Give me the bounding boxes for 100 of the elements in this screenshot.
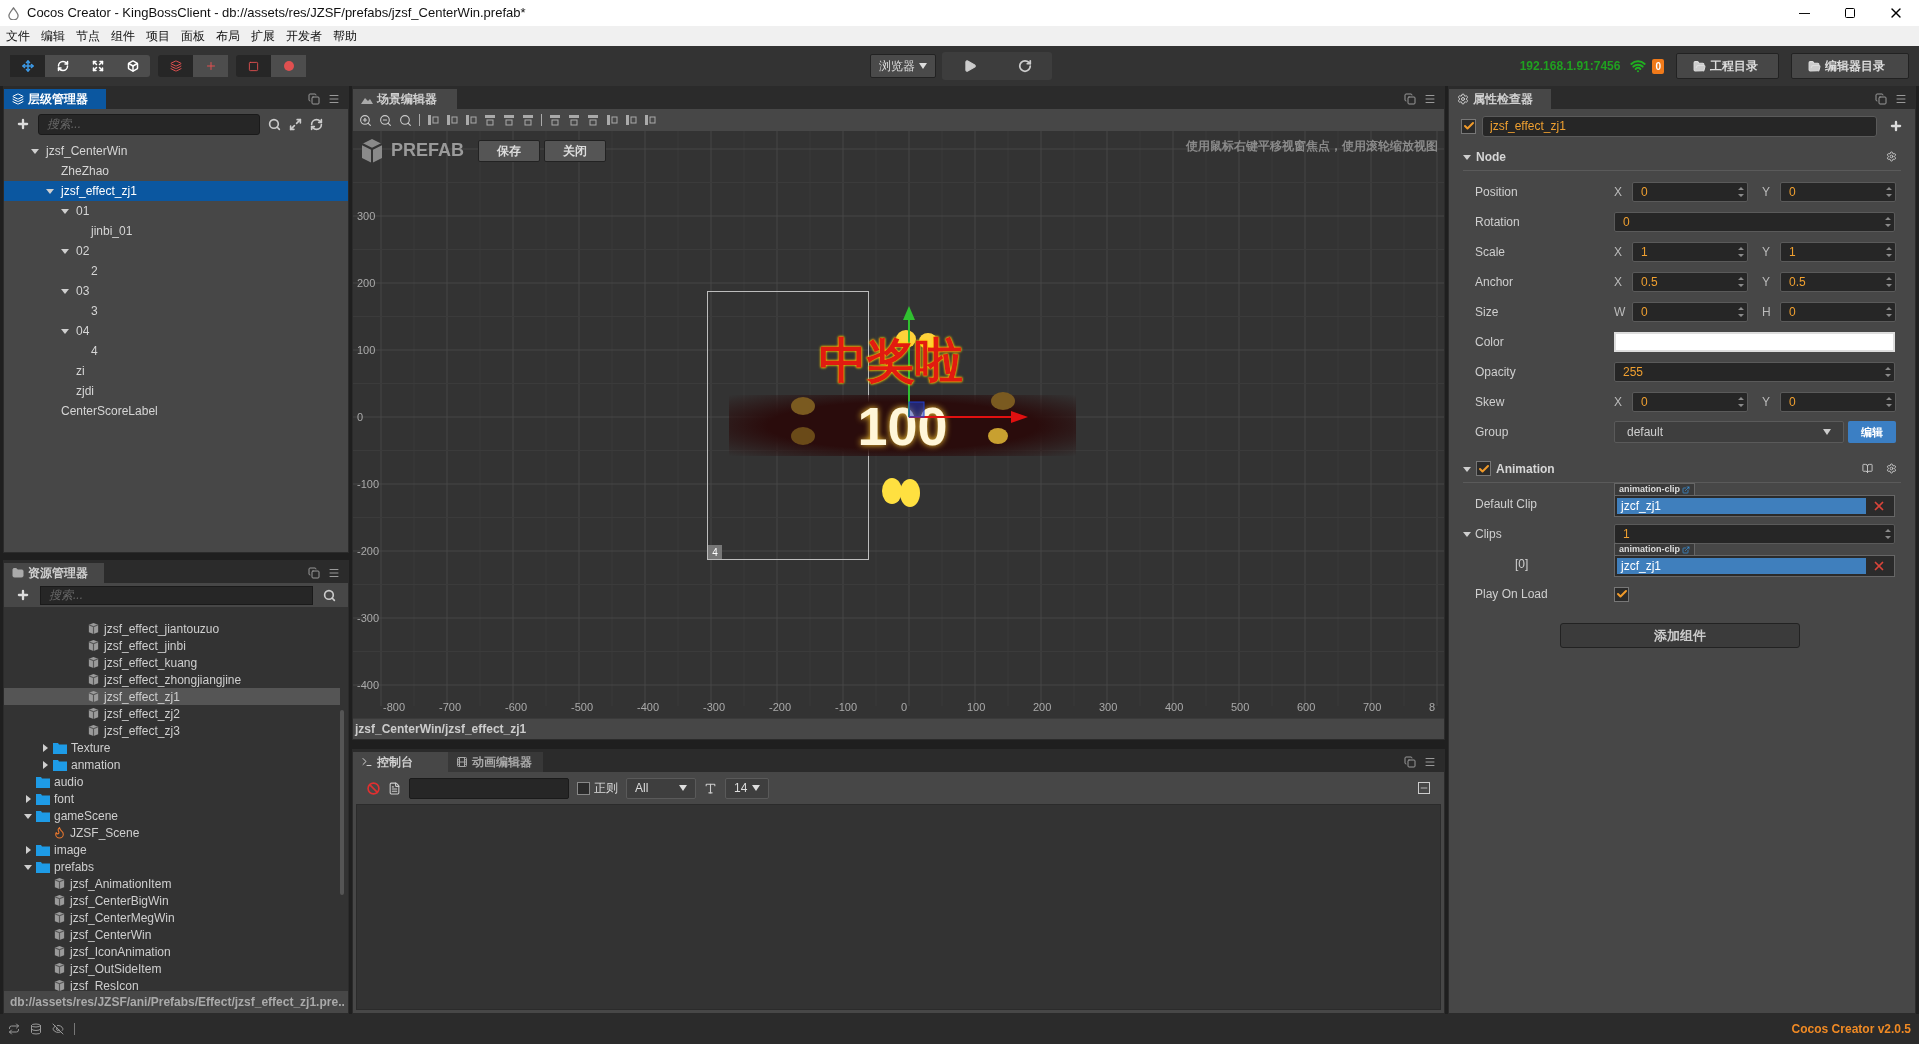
caret-down-icon[interactable] [24,811,32,820]
tree-item[interactable]: 2 [4,261,348,281]
align-icon[interactable] [484,114,496,126]
popout-icon[interactable] [308,93,320,105]
panel-tab[interactable]: 资源管理器 [4,563,104,583]
panel-tab[interactable]: 属性检查器 [1449,89,1551,109]
number-field[interactable]: 0 [1632,182,1748,202]
book-icon[interactable] [1862,463,1873,474]
panel-tab[interactable]: 场景编辑器 [353,89,457,109]
tree-item[interactable]: jinbi_01 [4,221,348,241]
menu-item[interactable]: 节点 [76,27,100,45]
panel-tab[interactable]: 层级管理器 [4,89,106,109]
distribute-icon[interactable] [606,114,618,126]
level-dropdown[interactable]: All [626,777,696,799]
node-name-field[interactable]: jzsf_effect_zj1 [1482,115,1877,137]
distribute-icon[interactable] [644,114,656,126]
tree-item[interactable]: 3 [4,301,348,321]
asset-item[interactable]: jzsf_IconAnimation [4,943,340,960]
caret-down-icon[interactable] [24,862,32,871]
regex-checkbox[interactable] [577,781,590,795]
color-swatch[interactable] [1614,332,1895,352]
number-field[interactable]: 0 [1780,392,1896,412]
component-checkbox[interactable] [1476,461,1491,476]
prefab-button[interactable]: 关闭 [544,139,606,162]
spinner-arrows-icon[interactable] [1737,305,1745,319]
move-tool-icon[interactable] [10,55,45,77]
caret-right-icon[interactable] [24,794,32,803]
number-field[interactable]: 0 [1632,302,1748,322]
popout-icon[interactable] [308,567,320,579]
spinner-arrows-icon[interactable] [1737,245,1745,259]
asset-item[interactable]: jzsf_AnimationItem [4,875,340,892]
panel-tab[interactable]: 动画编辑器 [448,752,543,772]
asset-item[interactable]: prefabs [4,858,340,875]
asset-item[interactable]: jzsf_effect_zhongjiangjine [4,671,340,688]
spinner-arrows-icon[interactable] [1885,245,1893,259]
prefab-button[interactable]: 保存 [478,139,540,162]
number-field[interactable]: 0.5 [1780,272,1896,292]
search-field[interactable]: 搜索... [38,113,260,135]
panel-tab[interactable]: 控制台 [353,752,448,772]
align-icon[interactable] [446,114,458,126]
expand-icon[interactable] [289,117,302,131]
caret-down-icon[interactable] [1463,530,1471,538]
clear-icon[interactable] [1872,499,1886,513]
menu-item[interactable]: 帮助 [333,27,357,45]
caret-down-icon[interactable] [61,287,69,295]
group-dropdown[interactable]: default [1614,421,1844,443]
asset-item[interactable]: jzsf_OutSideItem [4,960,340,977]
clear-icon[interactable] [1872,559,1886,573]
spinner-arrows-icon[interactable] [1737,275,1745,289]
caret-right-icon[interactable] [41,760,49,769]
menu-icon[interactable] [328,567,340,579]
number-field[interactable]: 0.5 [1632,272,1748,292]
play-icon[interactable] [962,59,977,73]
caret-down-icon[interactable] [1463,152,1471,161]
spinner-arrows-icon[interactable] [1885,185,1893,199]
caret-down-icon[interactable] [61,207,69,215]
number-field[interactable]: 0 [1780,182,1896,202]
spinner-arrows-icon[interactable] [1737,395,1745,409]
search-icon[interactable] [323,588,336,602]
caret-right-icon[interactable] [24,845,32,854]
number-field[interactable]: 255 [1614,362,1895,382]
settings-icon[interactable] [1886,151,1897,162]
menu-item[interactable]: 组件 [111,27,135,45]
menu-icon[interactable] [1424,93,1436,105]
tree-item[interactable]: 02 [4,241,348,261]
spinner-arrows-icon[interactable] [1885,305,1893,319]
spinner-arrows-icon[interactable] [1884,365,1892,379]
filter-field[interactable] [409,777,569,799]
menu-item[interactable]: 开发者 [286,27,322,45]
popout-icon[interactable] [1404,93,1416,105]
eye-off-icon[interactable] [52,1023,64,1035]
align-icon[interactable] [465,114,477,126]
section-title[interactable]: Node [1476,147,1506,166]
add-icon[interactable] [16,588,30,602]
font-size-dropdown[interactable]: 14 [725,777,769,799]
zoom-reset-icon[interactable] [399,113,412,127]
number-field[interactable]: 1 [1632,242,1748,262]
spinner-arrows-icon[interactable] [1737,185,1745,199]
distribute-icon[interactable] [549,114,561,126]
number-field[interactable]: 0 [1614,212,1895,232]
repeat-icon[interactable] [8,1023,20,1035]
number-field[interactable]: 1 [1614,524,1895,544]
asset-item[interactable]: anmation [4,756,340,773]
asset-item[interactable]: audio [4,773,340,790]
asset-item[interactable]: jzsf_CenterWin [4,926,340,943]
spinner-arrows-icon[interactable] [1884,527,1892,541]
menu-item[interactable]: 面板 [181,27,205,45]
directory-button[interactable]: 工程目录 [1676,53,1779,79]
zoom-out-icon[interactable] [379,113,392,127]
number-field[interactable]: 0 [1632,392,1748,412]
align-icon[interactable] [427,114,439,126]
tree-item[interactable]: 03 [4,281,348,301]
add-icon[interactable] [16,117,30,131]
distribute-icon[interactable] [587,114,599,126]
add-component-button[interactable]: 添加组件 [1560,623,1800,648]
tree-item[interactable]: CenterScoreLabel [4,401,348,421]
caret-down-icon[interactable] [61,327,69,335]
caret-right-icon[interactable] [41,743,49,752]
scrollbar[interactable] [340,710,344,895]
zoom-in-icon[interactable] [359,113,372,127]
